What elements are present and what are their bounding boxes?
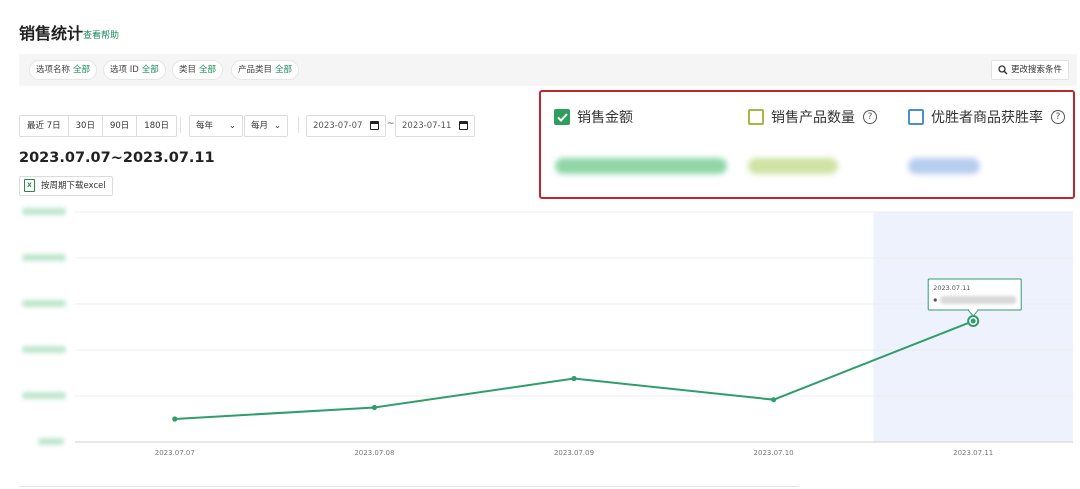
search-icon: [998, 64, 1008, 74]
chip-value: 全部: [275, 65, 293, 75]
series-line: [174, 320, 974, 420]
help-icon[interactable]: ?: [863, 110, 877, 124]
chevron-down-icon: ⌄: [228, 121, 236, 131]
blurred-value: [748, 158, 838, 174]
calendar-icon: [370, 121, 380, 130]
chip-label: 选项名称: [36, 65, 71, 75]
blurred-value: [908, 158, 980, 174]
checkbox-icon[interactable]: [908, 109, 924, 125]
metric-sales-amount[interactable]: 销售金额: [554, 106, 633, 128]
chip-label: 产品类目: [238, 65, 273, 75]
chip-value: 全部: [199, 65, 217, 75]
divider: [19, 486, 799, 487]
chip-value: 全部: [141, 65, 159, 75]
blurred-value: [555, 158, 727, 174]
tooltip-date: 2023.07.11: [933, 284, 970, 292]
download-excel-button[interactable]: X 按周期下载excel: [19, 176, 113, 196]
y-tick-label-blurred: [22, 300, 66, 307]
date-end-value: 2023-07-11: [402, 121, 452, 131]
y-tick-label-blurred: [22, 346, 66, 353]
excel-icon: X: [24, 179, 35, 192]
x-tick-label: 2023.07.08: [354, 449, 394, 457]
year-select-value: 每年: [196, 121, 214, 131]
toolbar-divider: [180, 117, 181, 133]
filter-bar: 选项名称 全部 选项 ID 全部 类目 全部 产品类目 全部 更改搜索条件: [19, 54, 1077, 86]
date-start-value: 2023-07-07: [313, 121, 363, 131]
chevron-down-icon: ⌄: [273, 121, 281, 131]
chip-value: 全部: [73, 65, 91, 75]
period-90d[interactable]: 90日: [103, 116, 138, 136]
x-tick-label: 2023.07.10: [754, 449, 794, 457]
sales-line-chart: 2023.07.07 2023.07.08 2023.07.09 2023.07.10…: [22, 208, 1073, 457]
data-point-active-core: [970, 318, 976, 324]
metric-label: 优胜者商品获胜率: [931, 110, 1043, 126]
chip-label: 类目: [179, 65, 197, 75]
date-start-field[interactable]: 2023-07-07: [306, 115, 387, 137]
x-tick-label: 2023.07.07: [155, 449, 195, 457]
year-select[interactable]: 每年 ⌄: [189, 115, 243, 137]
date-separator: ~: [387, 119, 395, 129]
y-tick-label-blurred: [38, 438, 64, 445]
month-select-value: 每月: [251, 121, 269, 131]
x-tick-label: 2023.07.11: [953, 449, 993, 457]
period-7d[interactable]: 最近 7日: [20, 116, 69, 136]
metric-label: 销售产品数量: [771, 110, 855, 126]
date-end-field[interactable]: 2023-07-11: [395, 115, 476, 137]
x-tick-label: 2023.07.09: [554, 449, 594, 457]
help-link[interactable]: 查看帮助: [83, 28, 119, 41]
y-tick-label-blurred: [22, 208, 66, 215]
change-search-label: 更改搜索条件: [1010, 65, 1062, 75]
tooltip-bullet: [933, 298, 937, 302]
data-point: [571, 375, 577, 382]
change-search-button[interactable]: 更改搜索条件: [990, 60, 1069, 80]
metric-product-quantity[interactable]: 销售产品数量 ?: [748, 106, 877, 128]
checkbox-checked-icon[interactable]: [554, 109, 570, 125]
toolbar-divider: [298, 117, 299, 133]
data-point: [371, 404, 377, 411]
help-icon[interactable]: ?: [1051, 110, 1065, 124]
filter-chip-product-category[interactable]: 产品类目 全部: [231, 60, 300, 80]
period-180d[interactable]: 180日: [137, 116, 176, 136]
month-select[interactable]: 每月 ⌄: [244, 115, 288, 137]
download-excel-label: 按周期下载excel: [41, 181, 106, 191]
y-tick-label-blurred: [22, 254, 66, 261]
checkbox-icon[interactable]: [748, 109, 764, 125]
metric-label: 销售金额: [577, 110, 633, 126]
chip-label: 选项 ID: [110, 65, 139, 75]
filter-chip-option-name[interactable]: 选项名称 全部: [29, 60, 98, 80]
period-30d[interactable]: 30日: [69, 116, 103, 136]
period-segment: 最近 7日 30日 90日 180日: [19, 115, 178, 137]
calendar-icon: [459, 121, 469, 130]
metric-win-rate[interactable]: 优胜者商品获胜率 ?: [908, 106, 1065, 128]
data-point: [771, 397, 777, 403]
y-tick-label-blurred: [22, 392, 66, 399]
date-range-label: 2023.07.07~2023.07.11: [19, 150, 215, 166]
tooltip-value-blurred: [940, 296, 1017, 305]
metrics-panel: 销售金额 销售产品数量 ? 优胜者商品获胜率 ?: [539, 90, 1075, 199]
filter-chip-option-id[interactable]: 选项 ID 全部: [103, 60, 166, 80]
filter-chip-category[interactable]: 类目 全部: [172, 60, 224, 80]
page-title: 销售统计: [19, 24, 84, 43]
data-point: [172, 416, 178, 422]
